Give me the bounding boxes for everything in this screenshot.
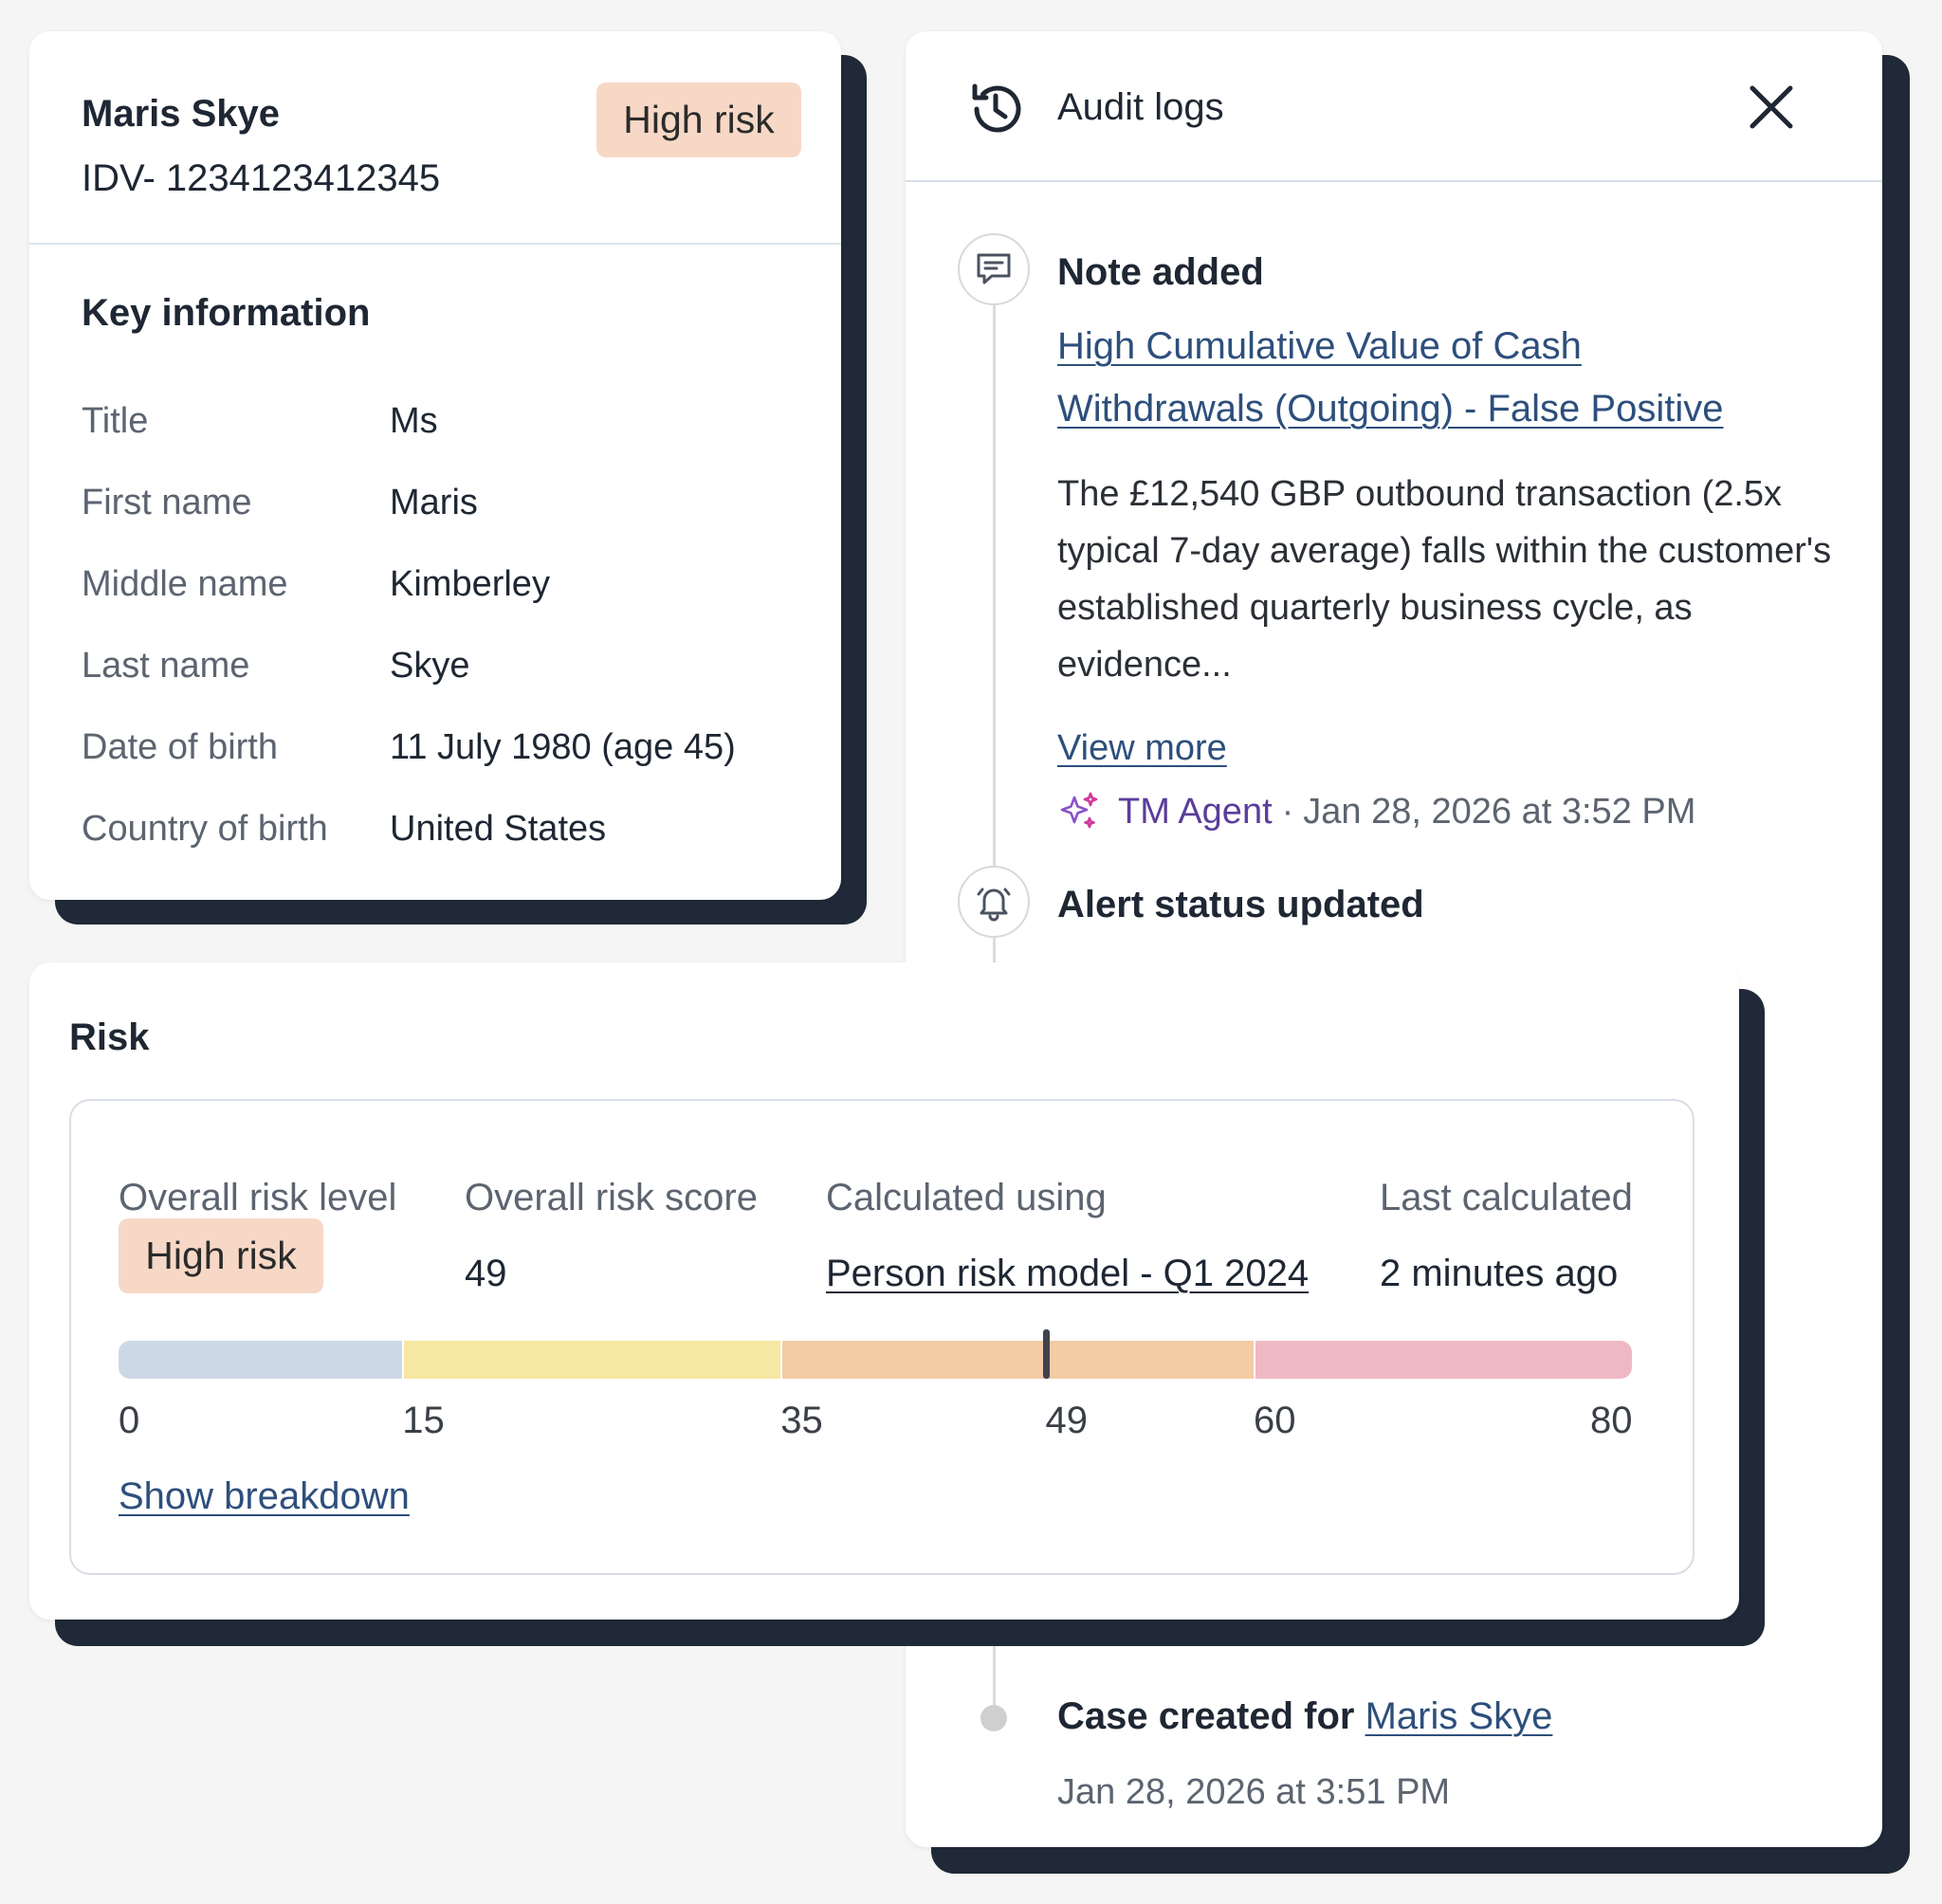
timeline-note-marker xyxy=(958,233,1030,305)
overall-risk-level-badge: High risk xyxy=(119,1218,323,1293)
field-value-last-name: Skye xyxy=(390,646,470,686)
risk-scale-segment xyxy=(1255,1341,1632,1379)
risk-model-link[interactable]: Person risk model - Q1 2024 xyxy=(826,1253,1309,1295)
overall-risk-score-value: 49 xyxy=(465,1253,507,1294)
bell-icon xyxy=(977,888,1011,922)
field-label-country-of-birth: Country of birth xyxy=(82,809,328,849)
timeline-alert-marker xyxy=(958,866,1030,938)
close-icon[interactable] xyxy=(1745,81,1798,134)
field-value-first-name: Maris xyxy=(390,483,478,522)
last-calculated-label: Last calculated xyxy=(1380,1177,1633,1218)
field-value-middle-name: Kimberley xyxy=(390,564,550,604)
note-title-link-line1[interactable]: High Cumulative Value of Cash xyxy=(1057,325,1582,368)
show-breakdown-link[interactable]: Show breakdown xyxy=(119,1475,410,1518)
last-calculated-value: 2 minutes ago xyxy=(1380,1253,1619,1294)
case-created-prefix: Case created for xyxy=(1057,1695,1355,1737)
risk-title: Risk xyxy=(69,1016,150,1058)
risk-scale-segment xyxy=(404,1341,781,1379)
risk-scale-segment xyxy=(782,1341,1254,1379)
event-alert-status-heading: Alert status updated xyxy=(1057,884,1424,925)
risk-scale-tick-label: 60 xyxy=(1254,1400,1296,1441)
risk-summary-box: Overall risk level High risk Overall ris… xyxy=(69,1099,1695,1575)
calculated-using-label: Calculated using xyxy=(826,1177,1107,1218)
field-value-date-of-birth: 11 July 1980 (age 45) xyxy=(390,727,736,767)
overall-risk-score-label: Overall risk score xyxy=(465,1177,758,1218)
history-icon xyxy=(965,79,1026,139)
key-information-heading: Key information xyxy=(82,292,371,334)
meta-separator: · xyxy=(1281,791,1294,832)
profile-id: IDV- 1234123412345 xyxy=(82,157,441,199)
note-author: TM Agent xyxy=(1118,791,1273,832)
field-label-date-of-birth: Date of birth xyxy=(82,727,278,767)
field-value-country-of-birth: United States xyxy=(390,809,607,849)
field-value-title: Ms xyxy=(390,401,438,441)
field-label-first-name: First name xyxy=(82,483,252,522)
risk-scale-tick-label: 15 xyxy=(402,1400,445,1441)
profile-risk-badge: High risk xyxy=(596,82,801,157)
comment-icon xyxy=(977,253,1011,284)
audit-header-divider xyxy=(906,180,1882,182)
profile-name: Maris Skye xyxy=(82,93,281,135)
risk-scale-tick-label: 80 xyxy=(1590,1400,1633,1441)
risk-scale-tick-label: 49 xyxy=(1045,1400,1089,1441)
case-created-timestamp: Jan 28, 2026 at 3:51 PM xyxy=(1057,1772,1451,1812)
note-title-link-line2[interactable]: Withdrawals (Outgoing) - False Positive xyxy=(1057,388,1723,430)
case-person-link[interactable]: Maris Skye xyxy=(1365,1695,1553,1737)
risk-score-marker xyxy=(1042,1329,1050,1379)
note-body-text: The £12,540 GBP outbound transaction (2.… xyxy=(1057,474,1832,685)
sparkle-icon xyxy=(1060,792,1098,829)
risk-scale-tick-label: 35 xyxy=(780,1400,823,1441)
risk-scale-tick-label: 0 xyxy=(119,1400,140,1441)
timeline-case-marker xyxy=(980,1705,1007,1731)
risk-card: Risk Overall risk level High risk Overal… xyxy=(29,962,1739,1620)
field-label-title: Title xyxy=(82,401,149,441)
field-label-last-name: Last name xyxy=(82,646,250,686)
profile-card: Maris Skye IDV- 1234123412345 High risk … xyxy=(29,31,841,900)
event-case-created-heading: Case created for Maris Skye xyxy=(1057,1695,1552,1738)
note-timestamp: Jan 28, 2026 at 3:52 PM xyxy=(1303,791,1696,832)
note-meta: TM Agent · Jan 28, 2026 at 3:52 PM xyxy=(1057,790,1695,833)
audit-logs-title: Audit logs xyxy=(1057,86,1224,128)
field-label-middle-name: Middle name xyxy=(82,564,288,604)
profile-divider xyxy=(29,243,841,245)
risk-scale-segment xyxy=(119,1341,403,1379)
view-more-link[interactable]: View more xyxy=(1057,728,1227,769)
overall-risk-level-label: Overall risk level xyxy=(119,1177,397,1218)
event-note-added-heading: Note added xyxy=(1057,251,1264,293)
